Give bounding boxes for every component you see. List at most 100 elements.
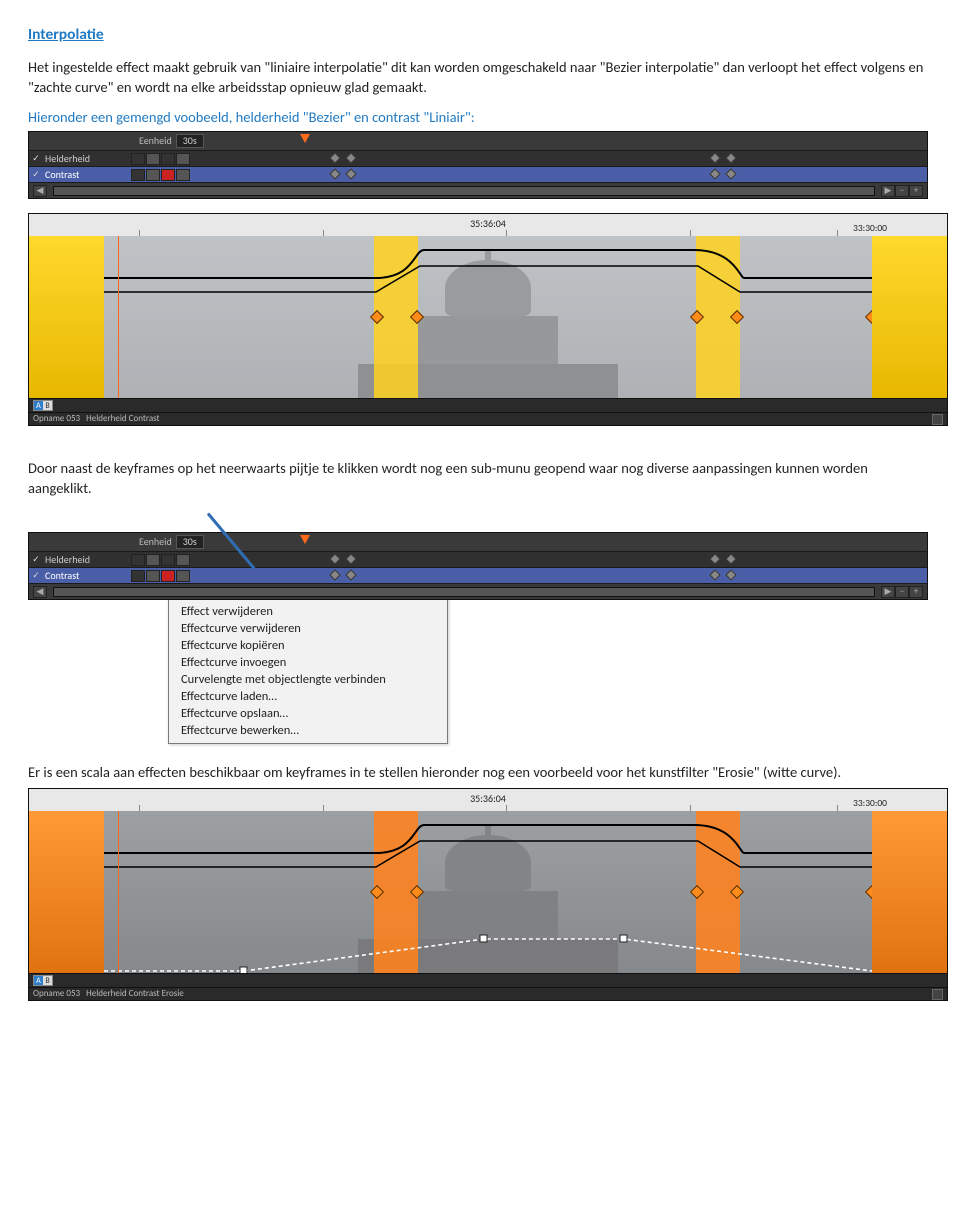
- add-keyframe-button[interactable]: [161, 169, 175, 181]
- keyframe-icon[interactable]: [709, 569, 720, 580]
- scroll-right-button[interactable]: ▶: [881, 185, 895, 197]
- keyframe-icon[interactable]: [329, 152, 340, 163]
- next-keyframe-button[interactable]: [176, 570, 190, 582]
- keyframe-track[interactable]: [191, 552, 927, 568]
- keyframe-icon[interactable]: [329, 553, 340, 564]
- preview-area: [29, 236, 947, 398]
- visibility-icon[interactable]: ✓: [29, 570, 43, 582]
- effect-curves: [104, 236, 872, 398]
- unit-dropdown[interactable]: 30s: [176, 535, 204, 549]
- effect-row-helderheid[interactable]: ✓ Helderheid: [29, 551, 927, 567]
- ab-toggle[interactable]: A B: [33, 975, 53, 986]
- effect-label: Contrast: [43, 168, 131, 182]
- panel-header: Eenheid 30s: [29, 132, 927, 150]
- playhead-icon[interactable]: [300, 535, 310, 544]
- add-keyframe-button[interactable]: [161, 554, 175, 566]
- next-keyframe-button[interactable]: [176, 169, 190, 181]
- visibility-icon[interactable]: ✓: [29, 153, 43, 165]
- keyframe-track[interactable]: [191, 151, 927, 167]
- prev-keyframe-button[interactable]: [146, 554, 160, 566]
- menu-item-load-curve[interactable]: Effectcurve laden…: [169, 688, 447, 705]
- timecode-center: 35:36:04: [470, 217, 506, 231]
- adjacent-clip-right: [872, 811, 947, 973]
- keyframe-icon[interactable]: [329, 569, 340, 580]
- expand-icon[interactable]: [932, 414, 943, 425]
- keyframe-icon[interactable]: [345, 168, 356, 179]
- zoom-out-button[interactable]: −: [895, 185, 909, 197]
- ruler[interactable]: [208, 533, 927, 551]
- zoom-in-button[interactable]: +: [909, 586, 923, 598]
- effect-row-helderheid[interactable]: ✓ Helderheid: [29, 150, 927, 166]
- scrollbar-thumb[interactable]: [54, 187, 874, 195]
- add-keyframe-button[interactable]: [161, 153, 175, 165]
- keyframe-icon[interactable]: [725, 168, 736, 179]
- effect-label: Helderheid: [43, 553, 131, 567]
- panel-header: Eenheid 30s: [29, 533, 927, 551]
- prev-keyframe-button[interactable]: [146, 570, 160, 582]
- timecode-right: 33:30:00: [853, 797, 887, 810]
- effect-row-contrast[interactable]: ✓ Contrast: [29, 166, 927, 182]
- timeline-ruler[interactable]: 35:36:04 33:30:00: [29, 789, 947, 811]
- dropdown-icon[interactable]: [131, 554, 145, 566]
- keyframe-icon[interactable]: [709, 152, 720, 163]
- intro-paragraph: Het ingestelde effect maakt gebruik van …: [28, 57, 932, 97]
- applied-effects: Helderheid Contrast: [86, 413, 159, 425]
- section-title: Interpolatie: [28, 24, 932, 45]
- scrollbar-thumb[interactable]: [54, 588, 874, 596]
- adjacent-clip-left: [29, 811, 104, 973]
- playhead-line[interactable]: [118, 236, 119, 398]
- effect-panel: Eenheid 30s ✓ Helderheid ✓ Contrast: [28, 131, 928, 199]
- scrollbar-track[interactable]: [53, 587, 875, 597]
- preview-timeline: 35:36:04 33:30:00: [28, 213, 948, 426]
- menu-item-bind-length[interactable]: Curvelengte met objectlengte verbinden: [169, 671, 447, 688]
- applied-effects: Helderheid Contrast Erosie: [86, 988, 184, 1000]
- prev-keyframe-button[interactable]: [146, 153, 160, 165]
- playhead-icon[interactable]: [300, 134, 310, 143]
- next-keyframe-button[interactable]: [176, 554, 190, 566]
- preview-footer: A B: [29, 398, 947, 412]
- menu-item-save-curve[interactable]: Effectcurve opslaan…: [169, 705, 447, 722]
- add-keyframe-button[interactable]: [161, 570, 175, 582]
- panel-scrollbar: ◀ ▶ − +: [29, 583, 927, 599]
- expand-icon[interactable]: [932, 989, 943, 1000]
- timeline-ruler[interactable]: 35:36:04 33:30:00: [29, 214, 947, 236]
- effect-row-contrast[interactable]: ✓ Contrast: [29, 567, 927, 583]
- scrollbar-track[interactable]: [53, 186, 875, 196]
- dropdown-icon[interactable]: [131, 169, 145, 181]
- next-keyframe-button[interactable]: [176, 153, 190, 165]
- visibility-icon[interactable]: ✓: [29, 169, 43, 181]
- visibility-icon[interactable]: ✓: [29, 554, 43, 566]
- keyframe-icon[interactable]: [725, 569, 736, 580]
- erosie-paragraph: Er is een scala aan effecten beschikbaar…: [28, 762, 932, 782]
- keyframe-icon[interactable]: [725, 553, 736, 564]
- prev-keyframe-button[interactable]: [146, 169, 160, 181]
- keyframe-icon[interactable]: [709, 168, 720, 179]
- keyframe-track[interactable]: [191, 568, 927, 584]
- zoom-out-button[interactable]: −: [895, 586, 909, 598]
- menu-item-remove-curve[interactable]: Effectcurve verwijderen: [169, 620, 447, 637]
- keyframe-icon[interactable]: [345, 569, 356, 580]
- keyframe-icon[interactable]: [709, 553, 720, 564]
- playhead-line[interactable]: [118, 811, 119, 973]
- menu-item-insert-curve[interactable]: Effectcurve invoegen: [169, 654, 447, 671]
- timecode-right: 33:30:00: [853, 222, 887, 235]
- ruler[interactable]: [208, 132, 927, 150]
- menu-item-remove-effect[interactable]: Effect verwijderen: [169, 603, 447, 620]
- menu-item-edit-curve[interactable]: Effectcurve bewerken…: [169, 722, 447, 739]
- menu-item-copy-curve[interactable]: Effectcurve kopiëren: [169, 637, 447, 654]
- keyframe-icon[interactable]: [329, 168, 340, 179]
- dropdown-icon[interactable]: [131, 570, 145, 582]
- zoom-in-button[interactable]: +: [909, 185, 923, 197]
- effect-panel: Eenheid 30s ✓ Helderheid ✓ Contrast: [28, 532, 928, 600]
- keyframe-icon[interactable]: [725, 152, 736, 163]
- scroll-right-button[interactable]: ▶: [881, 586, 895, 598]
- unit-dropdown[interactable]: 30s: [176, 134, 204, 148]
- keyframe-icon[interactable]: [345, 553, 356, 564]
- scroll-left-button[interactable]: ◀: [33, 185, 47, 197]
- keyframe-icon[interactable]: [345, 152, 356, 163]
- ab-toggle[interactable]: A B: [33, 400, 53, 411]
- scroll-left-button[interactable]: ◀: [33, 586, 47, 598]
- dropdown-icon[interactable]: [131, 153, 145, 165]
- clip-name: Opname 053: [33, 988, 80, 1000]
- keyframe-track[interactable]: [191, 167, 927, 183]
